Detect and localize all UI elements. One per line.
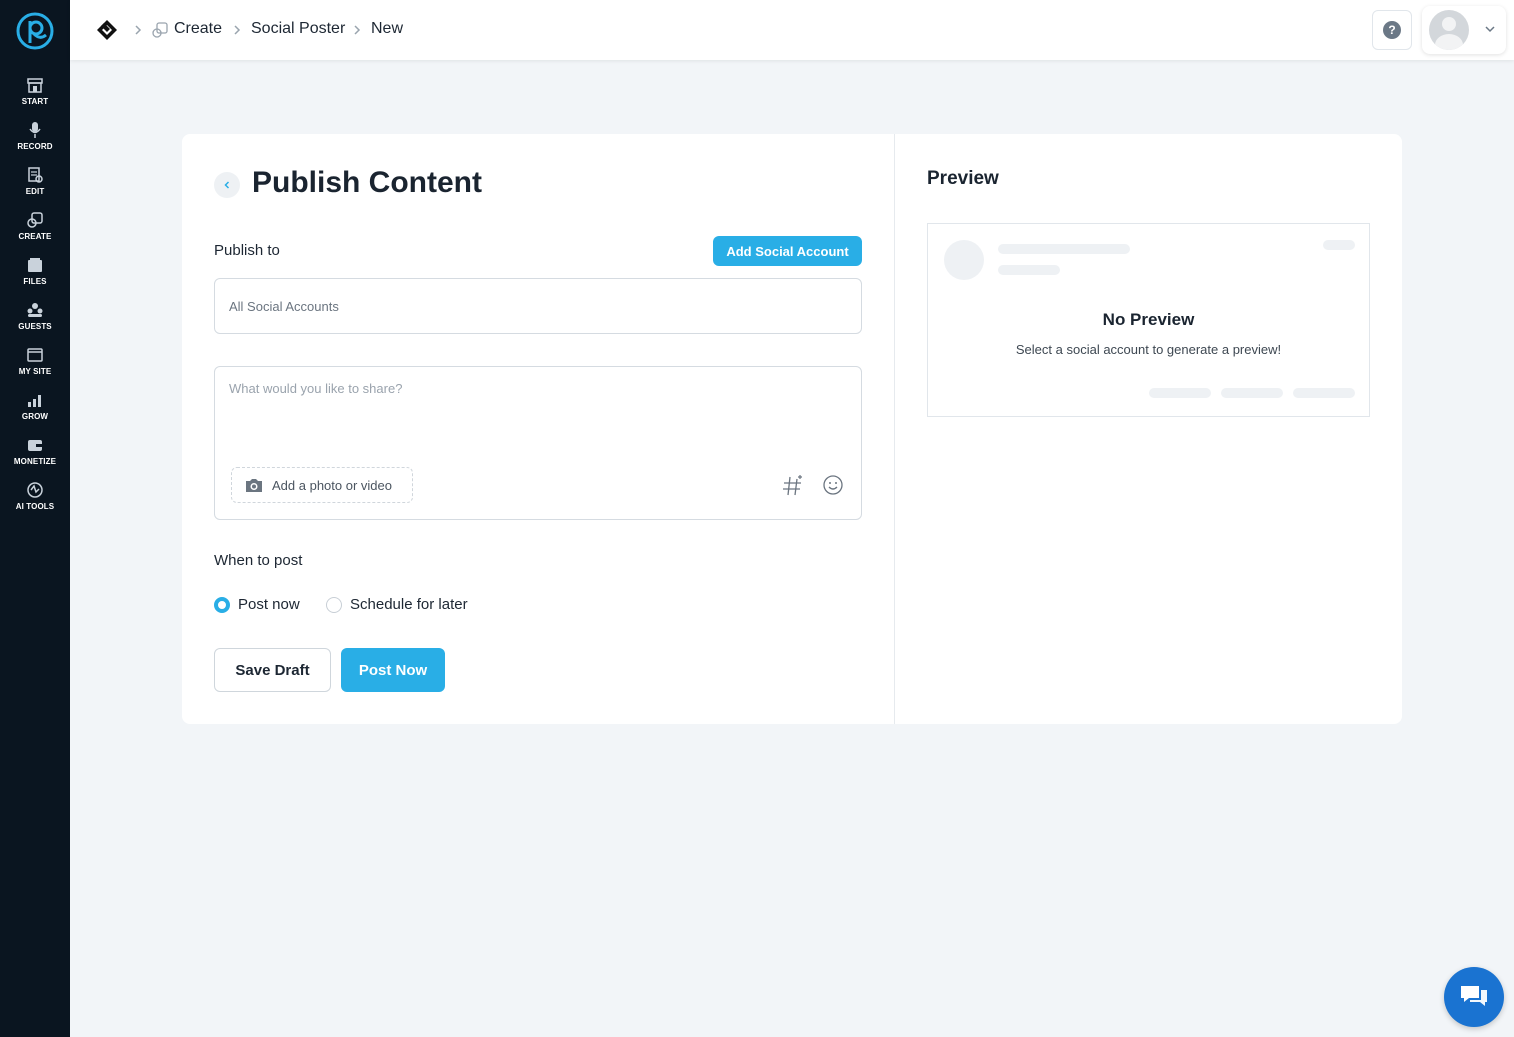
- sidebar-item-my-site[interactable]: MY SITE: [0, 344, 70, 384]
- back-button[interactable]: [214, 172, 240, 198]
- create-icon: [27, 212, 43, 228]
- sidebar-item-label: GROW: [21, 412, 49, 421]
- post-now-label: Post now: [238, 596, 300, 613]
- wallet-icon: [28, 440, 42, 451]
- skeleton-line: [1221, 388, 1283, 398]
- chevron-right-icon: [135, 25, 142, 35]
- add-media-label: Add a photo or video: [272, 477, 392, 493]
- schedule-later-radio[interactable]: [326, 596, 342, 613]
- sidebar-item-files[interactable]: FILES: [0, 254, 70, 294]
- avatar: [1429, 10, 1469, 50]
- no-preview-subtitle: Select a social account to generate a pr…: [1015, 342, 1282, 357]
- chevron-down-icon: [1485, 26, 1495, 33]
- chevron-right-icon: [234, 25, 241, 35]
- top-bar: Create Social Poster New ?: [70, 0, 1514, 60]
- sidebar-item-label: CREATE: [18, 232, 52, 241]
- skeleton-line: [998, 244, 1130, 254]
- post-now-option[interactable]: Post now: [214, 596, 300, 613]
- app-logo-icon[interactable]: [15, 11, 55, 51]
- social-accounts-select[interactable]: All Social Accounts: [214, 278, 862, 334]
- post-now-button[interactable]: Post Now: [341, 648, 445, 692]
- chart-icon: [28, 395, 41, 407]
- sidebar-item-label: EDIT: [25, 187, 45, 196]
- post-now-radio[interactable]: [214, 596, 230, 613]
- sidebar-item-guests[interactable]: GUESTS: [0, 299, 70, 339]
- brand-icon[interactable]: [95, 18, 119, 42]
- edit-icon: [28, 167, 43, 183]
- chat-button[interactable]: [1444, 967, 1504, 1027]
- emoji-icon[interactable]: [821, 473, 845, 497]
- page-title: Publish Content: [252, 166, 482, 199]
- publish-card: Publish Content Publish to Add Social Ac…: [182, 134, 1402, 724]
- hashtag-icon[interactable]: [781, 473, 805, 497]
- when-to-post-label: When to post: [214, 552, 303, 569]
- user-menu-button[interactable]: [1422, 6, 1506, 54]
- chevron-left-icon: [224, 181, 230, 189]
- publish-to-label: Publish to: [214, 242, 280, 259]
- sidebar-item-label: FILES: [23, 277, 47, 286]
- skeleton-line: [1323, 240, 1355, 250]
- add-media-button[interactable]: Add a photo or video: [231, 467, 413, 503]
- sidebar-item-label: MY SITE: [18, 367, 52, 376]
- help-button[interactable]: ?: [1372, 10, 1412, 50]
- schedule-later-option[interactable]: Schedule for later: [326, 596, 468, 613]
- breadcrumb-create[interactable]: Create: [174, 20, 222, 38]
- skeleton-line: [1293, 388, 1355, 398]
- storefront-icon: [27, 78, 43, 93]
- ai-icon: [27, 482, 43, 498]
- chevron-right-icon: [354, 25, 361, 35]
- skeleton-line: [998, 265, 1060, 275]
- breadcrumb-new: New: [371, 20, 404, 37]
- sidebar-item-start[interactable]: START: [0, 74, 70, 114]
- sidebar-item-ai-tools[interactable]: AI TOOLS: [0, 479, 70, 519]
- sidebar-item-edit[interactable]: EDIT: [0, 164, 70, 204]
- sidebar-item-monetize[interactable]: MONETIZE: [0, 434, 70, 474]
- panel-divider: [894, 134, 895, 724]
- help-icon: ?: [1383, 21, 1401, 39]
- sidebar-item-label: RECORD: [17, 142, 53, 151]
- post-composer: Add a photo or video: [214, 366, 862, 520]
- guests-icon: [27, 303, 43, 317]
- sidebar-item-grow[interactable]: GROW: [0, 389, 70, 429]
- sidebar-item-create[interactable]: CREATE: [0, 209, 70, 249]
- sidebar-item-label: AI TOOLS: [15, 502, 55, 511]
- sidebar-item-label: GUESTS: [18, 322, 52, 331]
- save-draft-button[interactable]: Save Draft: [214, 648, 331, 692]
- sidebar-item-record[interactable]: RECORD: [0, 119, 70, 159]
- skeleton-avatar: [944, 240, 984, 280]
- camera-icon: [246, 479, 262, 492]
- chat-icon: [1461, 986, 1487, 1006]
- preview-panel: No Preview Select a social account to ge…: [927, 223, 1370, 417]
- add-social-account-button[interactable]: Add Social Account: [713, 236, 862, 266]
- schedule-later-label: Schedule for later: [350, 596, 468, 613]
- post-text-input[interactable]: [229, 381, 845, 451]
- preview-title: Preview: [927, 168, 999, 189]
- site-icon: [27, 348, 43, 362]
- sidebar-item-label: MONETIZE: [13, 457, 57, 466]
- sidebar: START RECORD EDIT CREATE FILES GUESTS MY…: [0, 0, 70, 1037]
- microphone-icon: [29, 122, 41, 138]
- create-icon: [152, 22, 168, 38]
- skeleton-line: [1149, 388, 1211, 398]
- breadcrumb-social-poster[interactable]: Social Poster: [251, 20, 345, 38]
- sidebar-item-label: START: [21, 97, 49, 106]
- files-icon: [28, 258, 42, 272]
- no-preview-title: No Preview: [1102, 310, 1195, 329]
